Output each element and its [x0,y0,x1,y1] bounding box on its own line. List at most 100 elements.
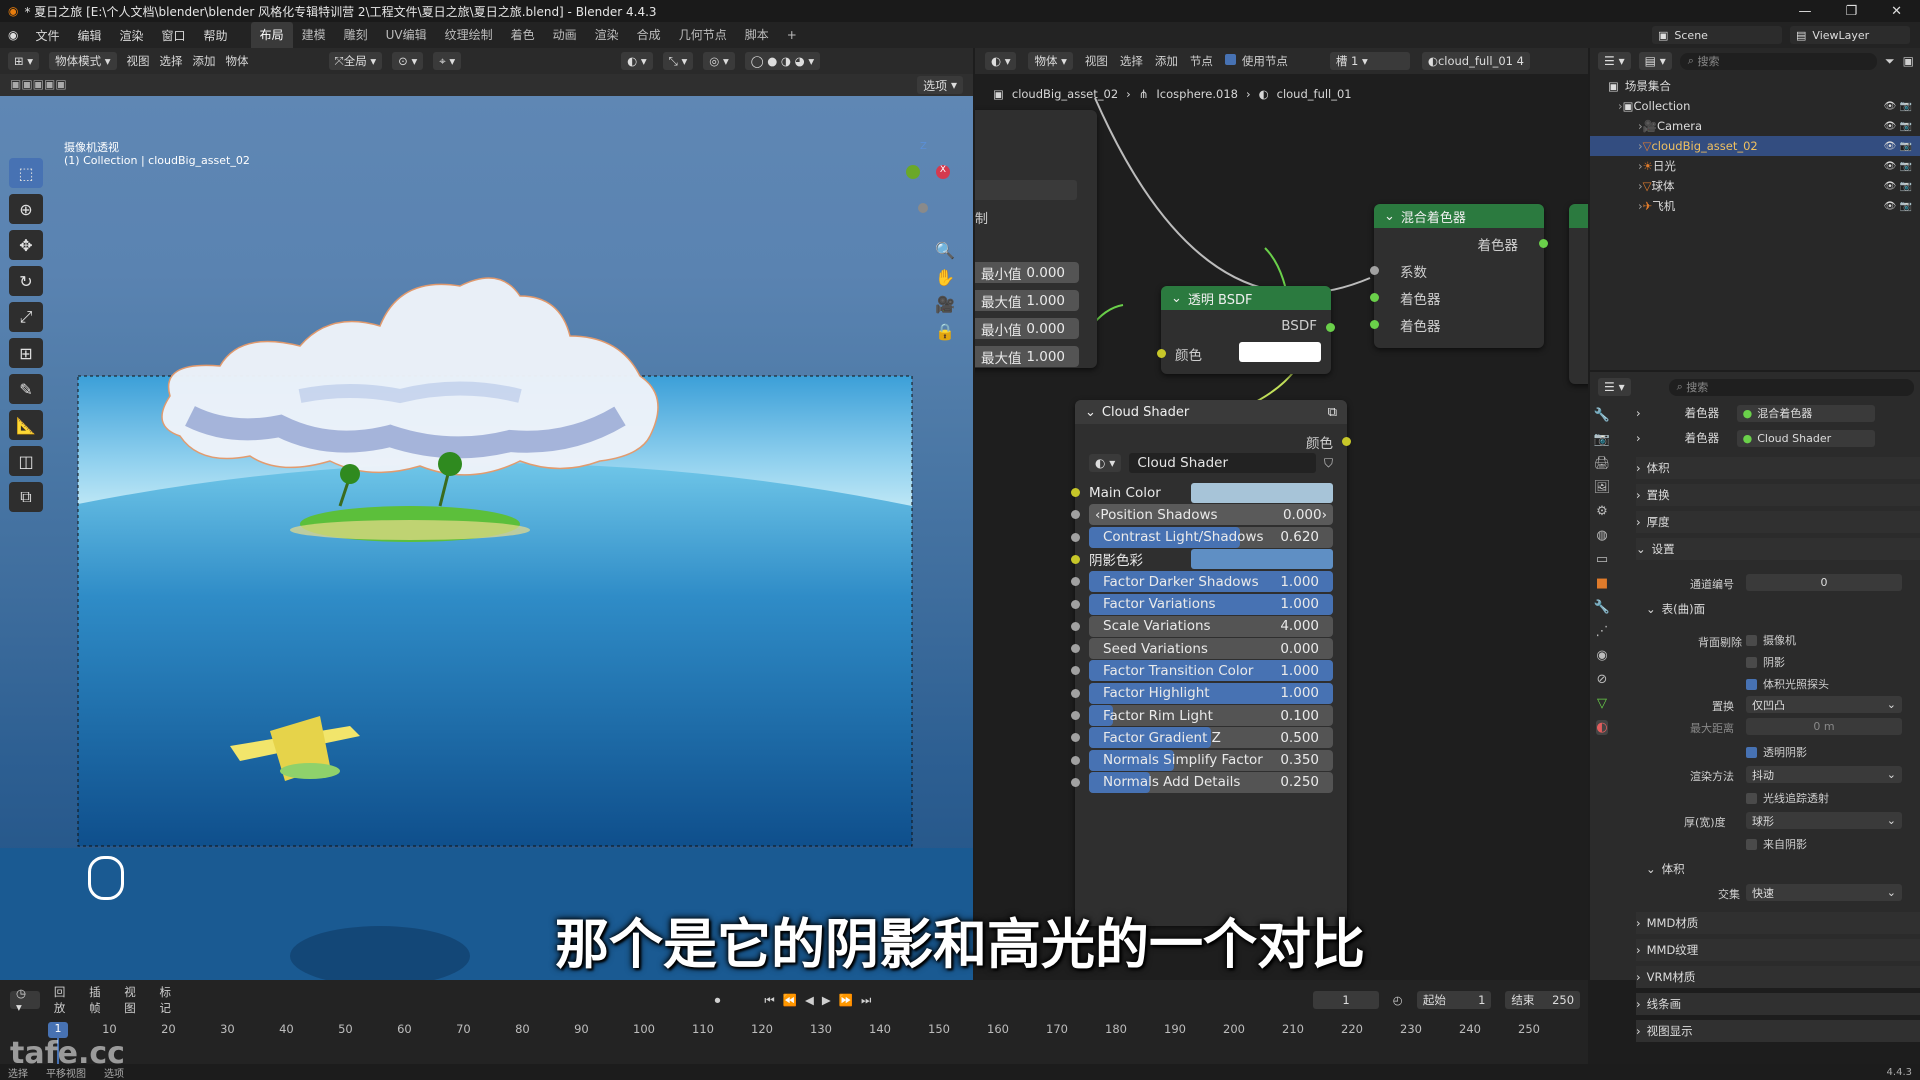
overlay-toggle-icon[interactable]: ◎ ▾ [703,52,735,70]
mix-shader-title[interactable]: ⌄ 混合着色器 [1374,204,1544,228]
snap-icon[interactable]: ⌖ ▾ [433,52,462,70]
add-cube-icon[interactable]: ◫ [9,446,43,476]
offscreen-node[interactable] [1569,204,1588,384]
from-shadow-checkbox[interactable]: 来自阴影 [1746,836,1807,852]
3d-viewport[interactable]: ⊞ ▾ 物体模式 ▾ 视图 选择 添加 物体 ⤧ 全局 ▾ ⊙ ▾ ⌖ ▾ ◐ … [0,48,973,980]
cursor-icon[interactable]: ⊕ [9,194,43,224]
visibility-toggle-icon[interactable]: 👁 📷 [1884,121,1920,132]
chevron-down-icon[interactable]: ⌄ [1646,602,1656,616]
node-menu-view[interactable]: 视图 [1085,53,1108,69]
cloud-field-9[interactable]: Factor Highlight 1.000 [1089,682,1333,704]
viewport-menu-view[interactable]: 视图 [127,53,150,69]
mix-fac-socket[interactable] [1370,266,1379,275]
output-tab-icon[interactable]: 🖨 [1594,456,1611,471]
mix-shader2-socket[interactable] [1370,320,1379,329]
input-socket[interactable] [1071,711,1080,720]
chevron-right-icon[interactable]: › [1636,1024,1641,1038]
input-socket[interactable] [1071,532,1080,542]
cloud-field-10[interactable]: Factor Rim Light 0.100 [1089,705,1333,726]
scene-tab-icon[interactable]: ⚙ [1596,504,1608,519]
transform-orientation-dropdown[interactable]: ⤧ 全局 ▾ [328,52,383,70]
maximize-button[interactable]: ❐ [1845,4,1857,19]
chevron-right-icon[interactable]: › [1636,997,1641,1011]
bsdf-color-socket[interactable] [1157,349,1166,358]
chevron-right-icon[interactable]: › [1636,461,1641,475]
constraints-tab-icon[interactable]: ⊘ [1597,672,1608,687]
expand-chevron-icon[interactable]: › [1636,431,1641,445]
outliner-item[interactable]: › ▽ 球体 👁 📷 [1590,176,1920,196]
measure-icon[interactable]: 📐 [9,410,43,440]
bottom-panel-3[interactable]: › 线条画 [1636,993,1920,1015]
intersection-dropdown[interactable]: 快速 ⌄ [1746,884,1902,901]
color-swatch[interactable] [1191,482,1333,503]
cloud-output-socket[interactable] [1342,437,1351,446]
object-mode-dropdown[interactable]: 物体模式 ▾ [49,52,117,70]
expand-chevron-icon[interactable]: › [1636,406,1641,420]
thickness-dropdown[interactable]: 球形 ⌄ [1746,812,1902,829]
chevron-right-icon[interactable]: › [1636,488,1641,502]
input-socket[interactable] [1071,644,1080,654]
backface-camera-checkbox[interactable]: 摄像机 [1746,632,1796,648]
visibility-icon[interactable]: ◐ ▾ [621,52,653,70]
slot-dropdown[interactable]: 槽 1 ▾ [1329,52,1410,70]
node-group-icon[interactable]: ⧉ [1328,405,1337,420]
cloud-field-8[interactable]: Factor Transition Color 1.000 [1089,660,1333,682]
node-menu-add[interactable]: 添加 [1155,53,1178,69]
display-mode-icon[interactable]: ▤ ▾ [1638,52,1672,70]
outliner-type-icon[interactable]: ☰ ▾ [1598,52,1631,70]
input-socket[interactable] [1071,621,1080,631]
collection-tab-icon[interactable]: ▭ [1596,552,1608,567]
cloud-field-4[interactable]: Factor Darker Shadows 1.000 [1089,571,1333,593]
pivot-icon[interactable]: ⊙ ▾ [392,52,424,70]
outliner-item[interactable]: › ☀ 日光 👁 📷 [1590,156,1920,176]
breadcrumb-object[interactable]: cloudBig_asset_02 [1012,87,1118,101]
panel-0[interactable]: › 体积 [1636,457,1920,479]
displacement-dropdown[interactable]: 仅凹凸 ⌄ [1746,696,1902,713]
shader-node-editor[interactable]: ◐ ▾ 物体 ▾ 视图 选择 添加 节点 使用节点 槽 1 ▾ ◐ cloud_… [975,48,1588,980]
selection-mode-icons[interactable]: ▣▣▣▣▣ [10,77,67,91]
outliner-item[interactable]: › ▽ cloudBig_asset_02 👁 📷 [1590,136,1920,156]
use-nodes-checkbox[interactable]: 使用节点 [1224,53,1288,69]
cloud-field-13[interactable]: Normals Add Details 0.250 [1089,771,1333,793]
viewport-menu-select[interactable]: 选择 [160,53,183,69]
outliner-item[interactable]: › ▣ Collection 👁 📷 [1590,96,1920,116]
tab-shading[interactable]: 着色 [502,22,544,48]
viewport-options-button[interactable]: 选项 ▾ [917,76,963,94]
input-socket[interactable] [1071,577,1080,587]
visibility-toggle-icon[interactable]: 👁 📷 [1884,161,1920,172]
mix-shader-node[interactable]: ⌄ 混合着色器 着色器 系数 着色器 着色器 [1370,204,1548,348]
viewport-scene[interactable]: 摄像机透视 (1) Collection | cloudBig_asset_02… [0,96,973,980]
map-range-from-min[interactable]: 最小值 0.000 [975,262,1079,283]
select-box-icon[interactable]: ⬚ [9,158,43,188]
input-socket[interactable] [1071,666,1080,676]
render-tab-icon[interactable]: 📷 [1594,432,1610,447]
view-layer-tab-icon[interactable]: 🖼 [1594,480,1611,495]
outliner-item[interactable]: › 🎥 Camera 👁 📷 [1590,116,1920,136]
gizmo-toggle-icon[interactable]: ⤡ ▾ [662,52,694,70]
tab-scripting[interactable]: 脚本 [736,22,778,48]
tab-animation[interactable]: 动画 [544,22,586,48]
cloud-field-5[interactable]: Factor Variations 1.000 [1089,593,1333,615]
frame-ruler[interactable]: 10 20 30 40 50 60 70 80 90 100 110 120 130 140 150 160 1… [0,992,1588,1036]
object-tab-icon[interactable]: ■ [1596,576,1608,591]
input-socket[interactable] [1071,488,1080,497]
add-object-icon[interactable]: ⧉ [9,482,43,512]
cloud-shader-node[interactable]: ⌄ Cloud Shader ⧉ 颜色 ◐ ▾ Cloud Shader ⛉ Mai… [1071,400,1351,926]
viewport-menu-add[interactable]: 添加 [193,53,216,69]
chevron-down-icon[interactable]: ⌄ [1636,542,1646,556]
pass-index-field[interactable]: 0 [1746,574,1902,591]
bsdf-output-socket[interactable] [1326,323,1335,332]
viewlayer-selector[interactable]: ▤ ViewLayer [1790,26,1910,44]
zoom-icon[interactable]: 🔍 [935,241,955,260]
shader-row-value[interactable]: ● Cloud Shader [1736,429,1875,447]
shader-link-row[interactable]: › 着色器 ● Cloud Shader [1636,427,1920,449]
minimize-button[interactable]: — [1798,4,1811,19]
gizmo-neg-z[interactable] [918,203,928,213]
map-range-to-max[interactable]: 最大值 1.000 [975,346,1079,367]
shader-type-dropdown[interactable]: 物体 ▾ [1028,52,1073,70]
panel-2[interactable]: › 厚度 [1636,511,1920,533]
data-tab-icon[interactable]: ▽ [1597,696,1607,711]
transparent-bsdf-node[interactable]: ⌄ 透明 BSDF BSDF 颜色 [1157,286,1335,374]
panel-1[interactable]: › 置换 [1636,484,1920,506]
material-selector[interactable]: ◐ cloud_full_01 4 [1421,52,1530,70]
